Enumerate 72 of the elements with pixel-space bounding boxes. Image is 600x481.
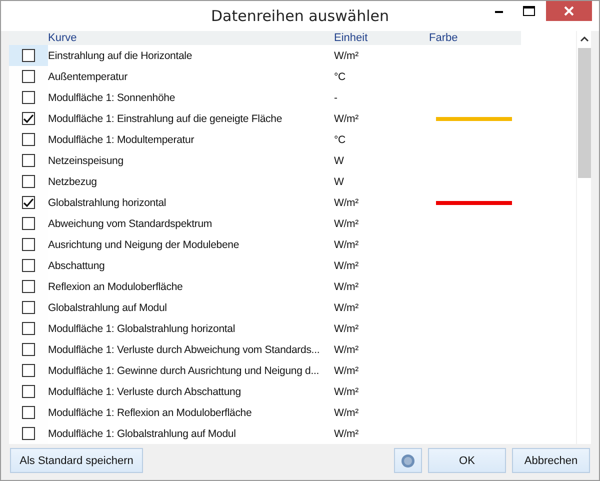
save-default-button[interactable]: Als Standard speichern [10, 448, 143, 473]
table-cell-text: Modulfläche 1: Gewinne durch Ausrichtung und Neigung d... [48, 364, 320, 378]
table-cell-text: Außentemperatur [48, 70, 128, 84]
table-cell-text: Ausrichtung und Neigung der Modulebene [48, 238, 240, 252]
checkbox[interactable] [22, 427, 35, 440]
window-title: Datenreihen auswählen [211, 7, 389, 25]
checkbox[interactable] [22, 196, 35, 209]
table-cell-text: W/m² [334, 280, 360, 294]
table-cell-text: W/m² [334, 384, 360, 398]
table-cell-text: W/m² [334, 112, 360, 126]
table-cell-text: Abweichung vom Standardspektrum [48, 216, 214, 230]
table-cell-text: W/m² [334, 300, 360, 314]
cancel-button[interactable]: Abbrechen [512, 448, 590, 473]
table-cell-text: Modulfläche 1: Reflexion an Moduloberfläche [48, 406, 253, 420]
table-cell-text: W/m² [334, 196, 360, 210]
checkbox[interactable] [22, 385, 35, 398]
table-cell-text: Einstrahlung auf die Horizontale [48, 48, 194, 62]
table-cell-text: W/m² [334, 406, 360, 420]
table-cell-text: W/m² [334, 238, 360, 252]
table-cell-text: W/m² [334, 364, 360, 378]
checkbox[interactable] [22, 217, 35, 230]
table-cell-text: Reflexion an Moduloberfläche [48, 280, 184, 294]
maximize-icon [523, 6, 535, 16]
checkbox[interactable] [22, 70, 35, 83]
table-cell-text: W/m² [334, 216, 360, 230]
table-cell-text: W [334, 174, 345, 188]
checkbox[interactable] [22, 49, 35, 62]
checkbox[interactable] [22, 133, 35, 146]
table-cell-text: Modulfläche 1: Sonnenhöhe [48, 90, 176, 104]
table-cell-text: Modulfläche 1: Modultemperatur [48, 132, 196, 146]
checkbox[interactable] [22, 154, 35, 167]
table-cell-text: W/m² [334, 48, 360, 62]
table-cell-text: Modulfläche 1: Einstrahlung auf die geneigte Fläche [48, 112, 284, 126]
table-cell-text: Modulfläche 1: Globalstrahlung horizontal [48, 322, 236, 336]
checkbox[interactable] [22, 280, 35, 293]
help-button[interactable] [394, 448, 422, 473]
scrollbar[interactable] [576, 31, 591, 444]
column-header[interactable]: Farbe [429, 32, 549, 44]
checkbox[interactable] [22, 175, 35, 188]
ok-button[interactable]: OK [428, 448, 506, 473]
close-icon [564, 6, 574, 16]
table-cell-text: W/m² [334, 426, 360, 440]
checkbox[interactable] [22, 322, 35, 335]
table-cell-text: Modulfläche 1: Verluste durch Abschattung [48, 384, 242, 398]
column-header[interactable]: Kurve [48, 32, 334, 44]
table-cell-text: °C [334, 132, 346, 146]
checkbox[interactable] [22, 91, 35, 104]
table-cell-text: Globalstrahlung auf Modul [48, 300, 168, 314]
table-cell-text: Globalstrahlung horizontal [48, 196, 168, 210]
checkbox[interactable] [22, 343, 35, 356]
table-cell-text: Modulfläche 1: Globalstrahlung auf Modul [48, 426, 237, 440]
column-header[interactable]: Einheit [334, 32, 429, 44]
help-icon [401, 454, 415, 468]
scrollbar-thumb[interactable] [578, 48, 591, 178]
checkbox[interactable] [22, 364, 35, 377]
table-cell-text: W/m² [334, 322, 360, 336]
table-cell-text: °C [334, 70, 346, 84]
checkbox[interactable] [22, 112, 35, 125]
table-cell-text: Netzbezug [48, 174, 98, 188]
scroll-up-icon[interactable] [580, 36, 588, 42]
table-cell-text: - [334, 90, 338, 104]
table-cell-text: Abschattung [48, 258, 106, 272]
table-cell-text: Netzeinspeisung [48, 154, 124, 168]
checkbox[interactable] [22, 259, 35, 272]
checkbox[interactable] [22, 406, 35, 419]
table-cell-text: W/m² [334, 258, 360, 272]
checkbox[interactable] [22, 301, 35, 314]
table-cell-text: W [334, 154, 345, 168]
checkbox[interactable] [22, 238, 35, 251]
close-button[interactable] [546, 1, 592, 21]
table-cell-text: W/m² [334, 342, 360, 356]
table-cell-text: Modulfläche 1: Verluste durch Abweichung vom Standards... [48, 342, 321, 356]
